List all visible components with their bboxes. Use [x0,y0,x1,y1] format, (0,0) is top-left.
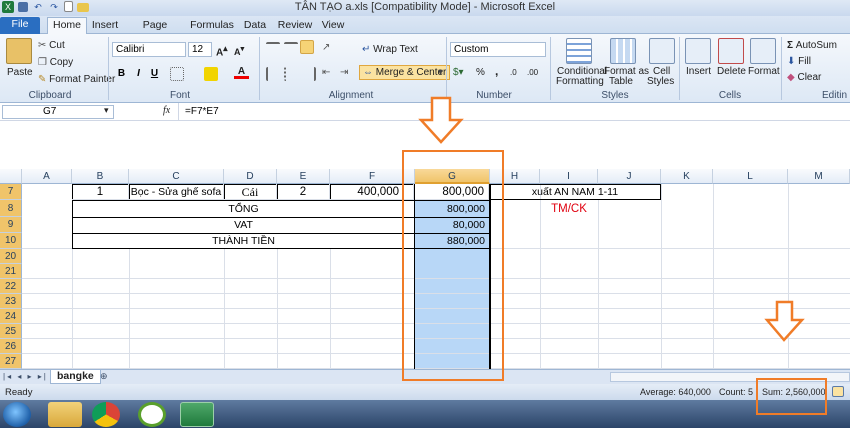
arrow-down-icon [764,300,805,342]
highlight-box-column-g [402,150,504,381]
arrow-down-icon [418,96,464,144]
highlight-box-sum [756,378,827,415]
